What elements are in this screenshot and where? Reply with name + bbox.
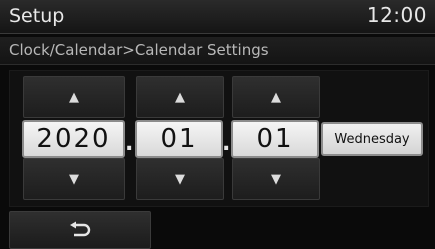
day-up-button[interactable]: ▲ <box>232 76 320 118</box>
year-field[interactable]: 2020 <box>22 120 125 158</box>
up-arrow-icon: ▲ <box>175 89 185 105</box>
breadcrumb-text: Clock/Calendar>Calendar Settings <box>9 41 269 59</box>
month-field[interactable]: 01 <box>135 120 223 158</box>
clock: 12:00 <box>366 3 427 27</box>
up-arrow-icon: ▲ <box>69 89 79 105</box>
back-arrow-icon <box>70 221 91 237</box>
month-down-button[interactable]: ▼ <box>136 158 224 200</box>
breadcrumb: Clock/Calendar>Calendar Settings <box>0 37 435 65</box>
weekday-label: Wednesday <box>321 122 423 156</box>
month-up-button[interactable]: ▲ <box>136 76 224 118</box>
status-bar: Setup 12:00 <box>0 0 435 34</box>
date-separator: . <box>222 131 231 156</box>
day-down-button[interactable]: ▼ <box>232 158 320 200</box>
down-arrow-icon: ▼ <box>271 171 281 187</box>
screen-title: Setup <box>9 5 65 27</box>
back-button[interactable] <box>9 211 151 249</box>
down-arrow-icon: ▼ <box>69 171 79 187</box>
day-field[interactable]: 01 <box>231 120 319 158</box>
year-up-button[interactable]: ▲ <box>23 76 125 118</box>
date-separator: . <box>125 131 134 156</box>
up-arrow-icon: ▲ <box>271 89 281 105</box>
year-down-button[interactable]: ▼ <box>23 158 125 200</box>
down-arrow-icon: ▼ <box>175 171 185 187</box>
